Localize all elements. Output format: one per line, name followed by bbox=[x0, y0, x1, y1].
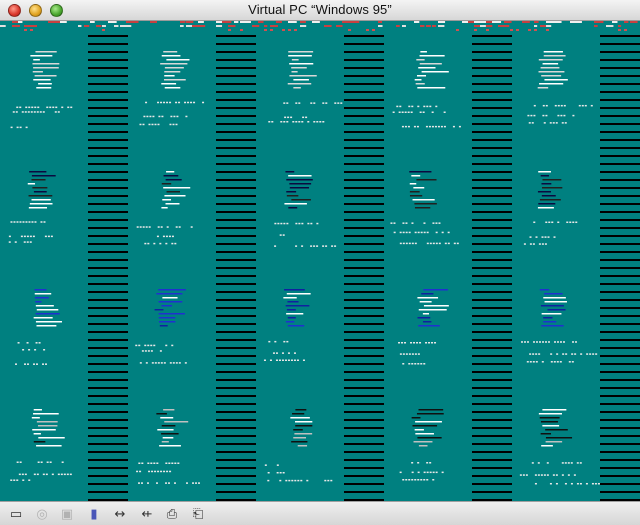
network-icon[interactable]: ↔ bbox=[110, 505, 130, 523]
shared-folder-icon[interactable]: ▮ bbox=[84, 505, 104, 523]
hard-drive-icon[interactable]: ▭ bbox=[6, 505, 26, 523]
virtual-pc-window: Virtual PC “Windows 95” ▭ ◎ ▣ ▮ ↔ ⇷ ⎙ ⎗ bbox=[0, 0, 640, 525]
window-title: Virtual PC “Windows 95” bbox=[248, 2, 392, 17]
printer-icon[interactable]: ⎙ bbox=[162, 505, 182, 523]
keyboard-capture-icon[interactable]: ⎗ bbox=[188, 505, 208, 523]
cd-rom-icon[interactable]: ◎ bbox=[32, 505, 52, 523]
garbled-display-graphics bbox=[0, 21, 640, 501]
guest-display[interactable] bbox=[0, 21, 640, 501]
usb-icon[interactable]: ⇷ bbox=[137, 505, 157, 523]
floppy-icon[interactable]: ▣ bbox=[57, 505, 77, 523]
title-bar[interactable]: Virtual PC “Windows 95” bbox=[0, 0, 640, 21]
status-bar: ▭ ◎ ▣ ▮ ↔ ⇷ ⎙ ⎗ bbox=[0, 501, 640, 525]
